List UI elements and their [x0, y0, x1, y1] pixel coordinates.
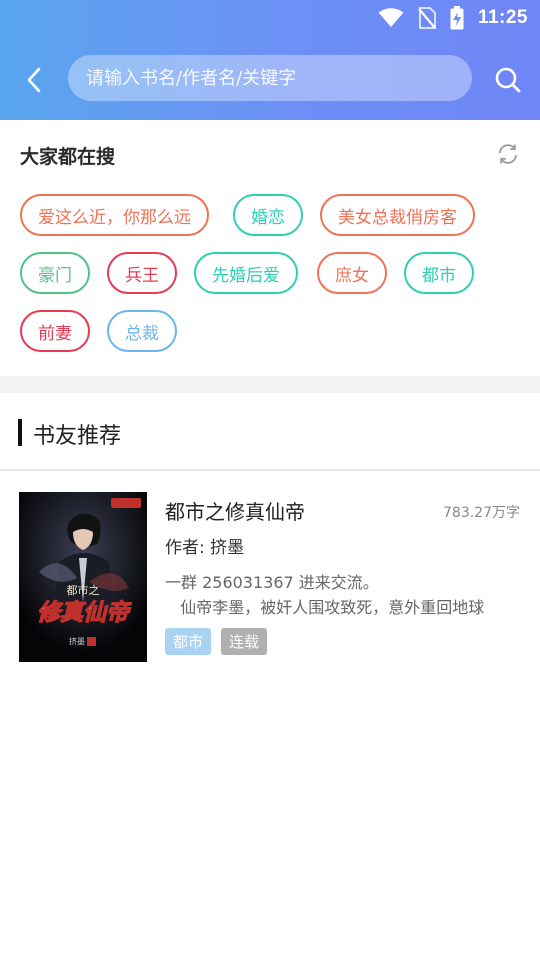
search-icon: [495, 67, 521, 93]
status-bar: 11:25: [0, 0, 540, 36]
book-description-line: 仙帝李墨，被奸人围攻致死，意外重回地球: [165, 598, 485, 617]
hot-tag[interactable]: 先婚后爱: [194, 252, 298, 294]
hot-tag[interactable]: 豪门: [20, 252, 90, 294]
hot-tag[interactable]: 总裁: [107, 310, 177, 352]
status-badge: 连载: [221, 628, 268, 655]
hot-search-section: 大家都在搜 爱这么近，你那么远 婚恋 美女总裁俏房客 豪门 兵王 先婚后爱 庶女…: [0, 120, 540, 376]
search-header: [0, 36, 540, 120]
recommend-header: 书友推荐: [0, 393, 540, 471]
no-sim-icon: [418, 7, 436, 29]
book-title: 都市之修真仙帝: [165, 500, 305, 524]
hot-tag[interactable]: 美女总裁俏房客: [320, 194, 475, 236]
search-input[interactable]: [68, 55, 472, 101]
hot-tag[interactable]: 兵王: [107, 252, 177, 294]
status-time: 11:25: [477, 7, 528, 28]
book-description-line: 一群 256031367 进来交流。: [165, 573, 379, 592]
refresh-button[interactable]: [494, 140, 522, 168]
wifi-icon: [378, 8, 404, 28]
book-cover: 都市之 修真仙帝 挤墨: [19, 492, 147, 662]
hot-tag[interactable]: 都市: [404, 252, 474, 294]
svg-text:都市之: 都市之: [67, 583, 100, 597]
chevron-left-icon: [27, 67, 41, 93]
svg-text:修真仙帝: 修真仙帝: [37, 600, 132, 626]
hot-search-title: 大家都在搜: [20, 146, 116, 168]
svg-text:挤墨: 挤墨: [69, 636, 85, 646]
hot-tag[interactable]: 前妻: [20, 310, 90, 352]
refresh-icon: [499, 144, 517, 164]
section-divider: [0, 376, 540, 393]
book-list-item[interactable]: 都市之 修真仙帝 挤墨 都市之修真仙帝 783.27万字 作者: 挤墨 一群 2…: [0, 472, 540, 672]
recommend-title: 书友推荐: [33, 424, 122, 449]
hot-tag[interactable]: 庶女: [317, 252, 387, 294]
hot-tag[interactable]: 婚恋: [233, 194, 303, 236]
category-badge: 都市: [165, 628, 212, 655]
book-word-count: 783.27万字: [443, 505, 520, 521]
back-button[interactable]: [18, 64, 50, 96]
section-accent-bar: [18, 419, 22, 446]
book-author: 作者: 挤墨: [165, 538, 245, 558]
search-button[interactable]: [490, 62, 526, 98]
battery-charging-icon: [450, 6, 464, 30]
hot-tag[interactable]: 爱这么近，你那么远: [20, 194, 209, 236]
